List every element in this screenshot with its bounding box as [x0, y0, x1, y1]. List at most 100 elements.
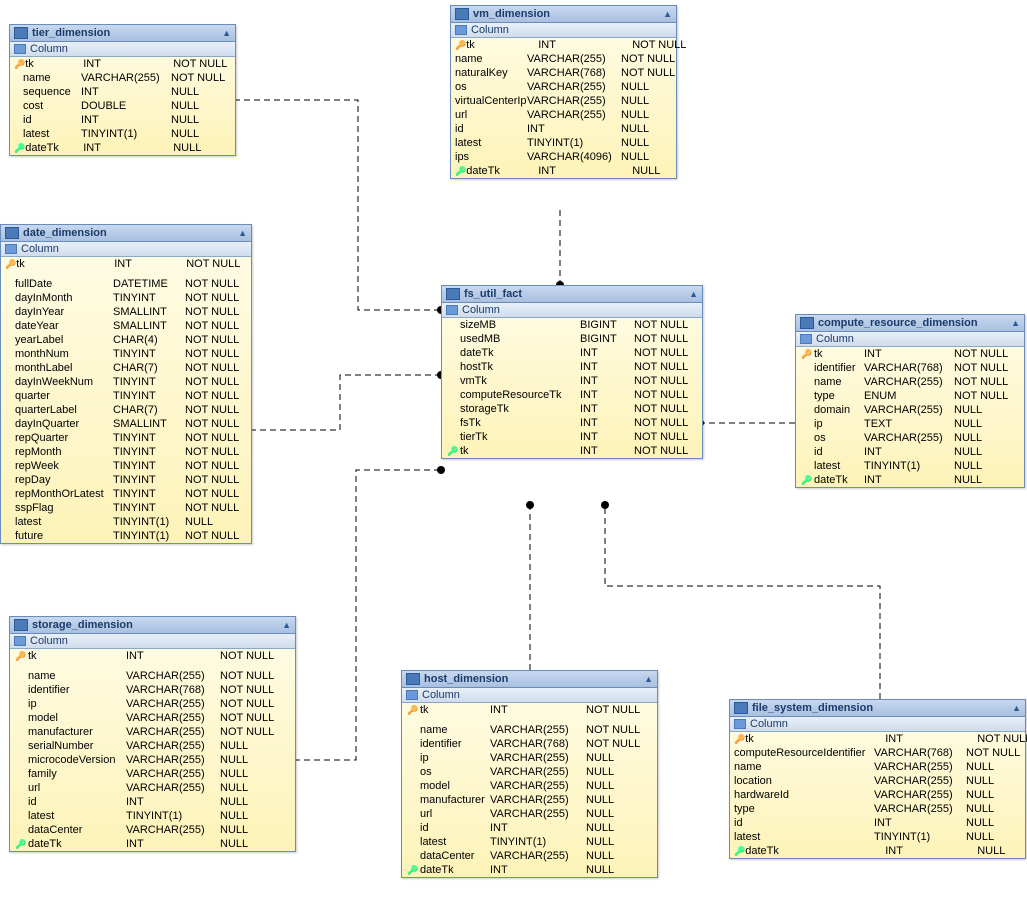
- column-name: dayInYear: [15, 306, 113, 318]
- table-row: dateTkINTNULL: [730, 844, 1025, 858]
- key-spacer: [406, 850, 420, 862]
- relation-tier-fact: [234, 100, 441, 310]
- foreign-key-icon: [455, 165, 466, 177]
- table-row: tkINTNOT NULL: [10, 57, 235, 71]
- collapse-icon[interactable]: ▲: [238, 228, 247, 238]
- column-null: NULL: [966, 775, 1024, 787]
- column-name: repQuarter: [15, 432, 113, 444]
- column-type: TINYINT(1): [490, 836, 586, 848]
- column-name: repMonth: [15, 446, 113, 458]
- column-section-header: Column: [402, 688, 657, 703]
- collapse-icon[interactable]: ▲: [1012, 703, 1021, 713]
- table-header[interactable]: tier_dimension▲: [10, 25, 235, 42]
- collapse-icon[interactable]: ▲: [1011, 318, 1020, 328]
- collapse-icon[interactable]: ▲: [282, 620, 291, 630]
- column-name: type: [734, 803, 874, 815]
- column-type: ENUM: [864, 390, 954, 402]
- column-icon: [800, 334, 812, 344]
- table-row: latestTINYINT(1)NULL: [10, 809, 295, 823]
- key-spacer: [406, 836, 420, 848]
- column-name: id: [734, 817, 874, 829]
- column-name: location: [734, 775, 874, 787]
- column-type: TINYINT: [113, 376, 185, 388]
- key-spacer: [800, 390, 814, 402]
- column-type: INT: [580, 445, 634, 457]
- table-date[interactable]: date_dimension▲ColumntkINTNOT NULLfullDa…: [0, 224, 252, 544]
- table-host[interactable]: host_dimension▲ColumntkINTNOT NULLnameVA…: [401, 670, 658, 878]
- column-type: INT: [81, 114, 171, 126]
- column-icon: [14, 44, 26, 54]
- column-null: NULL: [621, 81, 677, 93]
- primary-key-icon: [734, 733, 745, 745]
- table-row: dayInQuarterSMALLINTNOT NULL: [1, 417, 251, 431]
- table-storage[interactable]: storage_dimension▲ColumntkINTNOT NULLnam…: [9, 616, 296, 852]
- table-row: urlVARCHAR(255)NULL: [451, 108, 676, 122]
- table-row: idINTNULL: [402, 821, 657, 835]
- table-header[interactable]: compute_resource_dimension▲: [796, 315, 1024, 332]
- table-header[interactable]: storage_dimension▲: [10, 617, 295, 634]
- table-row: locationVARCHAR(255)NULL: [730, 774, 1025, 788]
- column-null: NOT NULL: [185, 502, 247, 514]
- column-name: dateTk: [420, 864, 490, 876]
- table-header[interactable]: fs_util_fact ▲: [442, 286, 702, 303]
- key-spacer: [5, 292, 15, 304]
- collapse-icon[interactable]: ▲: [689, 289, 698, 299]
- column-type: INT: [885, 845, 977, 857]
- column-name: ip: [420, 752, 490, 764]
- table-row: nameVARCHAR(255)NOT NULL: [451, 52, 676, 66]
- column-section-label: Column: [816, 333, 854, 345]
- collapse-icon[interactable]: ▲: [663, 9, 672, 19]
- column-null: NULL: [954, 404, 1014, 416]
- table-row: fullDateDATETIMENOT NULL: [1, 277, 251, 291]
- table-fact[interactable]: fs_util_fact▲ColumnsizeMBBIGINTNOT NULLu…: [441, 285, 703, 459]
- foreign-key-icon: [800, 474, 814, 486]
- column-null: NOT NULL: [954, 376, 1014, 388]
- table-icon: [734, 702, 748, 714]
- table-compute[interactable]: compute_resource_dimension▲Column tkINTNO…: [795, 314, 1025, 488]
- table-tier[interactable]: tier_dimension▲ColumntkINTNOT NULLnameVA…: [9, 24, 236, 156]
- table-header[interactable]: file_system_dimension▲: [730, 700, 1025, 717]
- table-row: dayInMonthTINYINTNOT NULL: [1, 291, 251, 305]
- column-name: microcodeVersion: [28, 754, 126, 766]
- table-row: tkINTNOT NULL: [402, 703, 657, 717]
- table-header[interactable]: host_dimension▲: [402, 671, 657, 688]
- key-spacer: [5, 432, 15, 444]
- column-section-label: Column: [30, 43, 68, 55]
- column-type: VARCHAR(255): [527, 95, 621, 107]
- relation-endpoint-icon: [526, 501, 534, 509]
- table-row: hostTkINTNOT NULL: [442, 360, 702, 374]
- table-vm[interactable]: vm_dimension▲ColumntkINTNOT NULLnameVARC…: [450, 5, 677, 179]
- column-type: INT: [527, 123, 621, 135]
- collapse-icon[interactable]: ▲: [644, 674, 653, 684]
- columns-list: tkINTNOT NULLidentifierVARCHAR(768)NOT N…: [796, 347, 1024, 487]
- column-name: tk: [28, 650, 126, 662]
- table-row: usedMBBIGINTNOT NULL: [442, 332, 702, 346]
- table-header[interactable]: date_dimension▲: [1, 225, 251, 242]
- table-row: identifierVARCHAR(768)NOT NULL: [10, 683, 295, 697]
- table-fs[interactable]: file_system_dimension▲ColumntkINTNOT NUL…: [729, 699, 1026, 859]
- table-header[interactable]: vm_dimension▲: [451, 6, 676, 23]
- column-type: VARCHAR(255): [126, 670, 220, 682]
- table-row: idINTNULL: [451, 122, 676, 136]
- column-type: VARCHAR(768): [490, 738, 586, 750]
- column-name: model: [28, 712, 126, 724]
- column-type: INT: [126, 650, 220, 662]
- table-row: tkINTNOT NULL: [442, 444, 702, 458]
- column-null: NOT NULL: [586, 738, 650, 750]
- key-spacer: [446, 375, 460, 387]
- column-name: dateTk: [28, 838, 126, 850]
- key-spacer: [446, 431, 460, 443]
- key-spacer: [800, 362, 814, 374]
- collapse-icon[interactable]: ▲: [222, 28, 231, 38]
- key-spacer: [14, 86, 23, 98]
- column-type: SMALLINT: [113, 320, 185, 332]
- key-spacer: [5, 474, 15, 486]
- table-title: fs_util_fact: [464, 288, 522, 300]
- column-section-label: Column: [422, 689, 460, 701]
- column-null: NULL: [954, 446, 1014, 458]
- column-type: INT: [114, 258, 186, 270]
- column-null: NOT NULL: [185, 530, 247, 542]
- key-spacer: [406, 780, 420, 792]
- key-spacer: [5, 390, 15, 402]
- column-null: NOT NULL: [185, 348, 247, 360]
